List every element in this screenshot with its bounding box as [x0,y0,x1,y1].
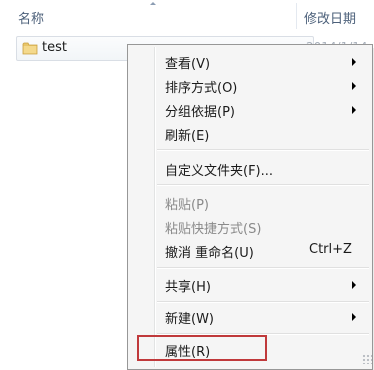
menu-item-label: 刷新(E) [165,129,210,144]
resize-grip-icon[interactable] [362,354,372,364]
column-header: 名称 修改日期 [0,0,374,32]
file-name: test [42,40,67,55]
menu-item-label: 粘贴(P) [165,198,209,213]
menu-item-paste-shortcut[interactable]: 粘贴快捷方式(S) [130,215,370,239]
submenu-arrow-icon [352,58,356,66]
menu-item-label: 分组依据(P) [165,105,235,120]
menu-item-label: 排序方式(O) [165,81,238,96]
menu-item-customize-folder[interactable]: 自定义文件夹(F)... [130,157,370,181]
menu-item-label: 粘贴快捷方式(S) [165,222,262,237]
context-menu: 查看(V) 排序方式(O) 分组依据(P) 刷新(E) 自定义文件夹(F)...… [127,44,373,370]
menu-item-paste[interactable]: 粘贴(P) [130,191,370,215]
menu-separator [157,184,369,186]
menu-item-label: 共享(H) [165,280,211,295]
folder-icon [22,42,38,55]
column-date-header[interactable]: 修改日期 [304,8,356,27]
menu-item-label: 自定义文件夹(F)... [165,164,274,179]
menu-item-sort-by[interactable]: 排序方式(O) [130,74,370,98]
menu-item-label: 新建(W) [165,312,214,327]
submenu-arrow-icon [352,82,356,90]
menu-separator [157,149,369,151]
menu-item-shortcut: Ctrl+Z [309,242,352,257]
menu-item-group-by[interactable]: 分组依据(P) [130,98,370,122]
menu-item-refresh[interactable]: 刷新(E) [130,122,370,146]
menu-item-label: 撤消 重命名(U) [165,246,254,261]
submenu-arrow-icon [352,106,356,114]
menu-item-new[interactable]: 新建(W) [130,305,370,329]
column-divider[interactable] [296,3,297,29]
menu-separator [157,301,369,303]
column-name-header[interactable]: 名称 [18,8,44,27]
submenu-arrow-icon [352,281,356,289]
annotation-highlight-box [137,335,267,361]
submenu-arrow-icon [352,313,356,321]
menu-separator [157,267,369,269]
menu-item-label: 查看(V) [165,57,211,72]
menu-item-undo-rename[interactable]: 撤消 重命名(U) Ctrl+Z [130,239,370,263]
menu-item-share[interactable]: 共享(H) [130,273,370,297]
sort-up-icon [150,2,156,5]
menu-item-view[interactable]: 查看(V) [130,50,370,74]
